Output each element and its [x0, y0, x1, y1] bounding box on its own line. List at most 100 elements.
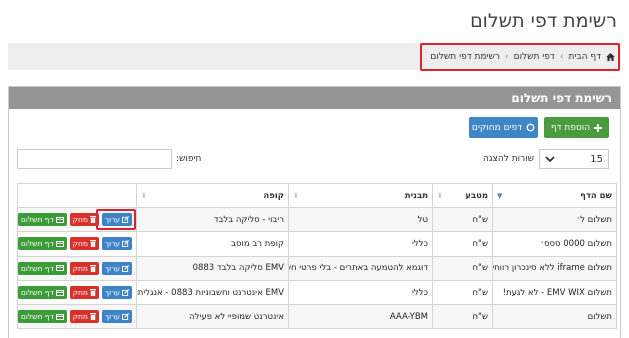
delete-button[interactable]: מחק	[69, 261, 99, 275]
breadcrumb-highlight-box	[420, 43, 620, 71]
row-actions: ערוך מחק דף תשלום	[18, 286, 132, 300]
cell-template: דוגמא להטמעה באתרים - בלי פרטי חשבונית	[288, 255, 433, 281]
row-actions: ערוך מחק דף תשלום	[18, 261, 132, 275]
edit-button[interactable]: ערוך	[102, 310, 132, 324]
rows-per-page-select[interactable]: 15	[539, 149, 609, 169]
cell-name: תשלום iframe ללא סינכרון רווחית	[492, 255, 617, 281]
sort-icon: ⬍	[141, 192, 147, 200]
trash-icon	[90, 264, 96, 272]
edit-label: ערוך	[105, 263, 120, 273]
payment-page-label: דף תשלום	[20, 239, 54, 249]
payment-page-label: דף תשלום	[20, 215, 54, 225]
sort-icon: ⬍	[293, 192, 299, 200]
column-header-name[interactable]: שם הדף ▼	[492, 183, 617, 208]
cell-actions: ערוך מחק דף תשלום	[17, 206, 137, 233]
cell-currency: ש"ח	[432, 279, 493, 306]
credit-card-icon	[55, 240, 64, 247]
trash-icon	[90, 216, 96, 224]
row-actions: ערוך מחק דף תשלום	[18, 209, 136, 231]
delete-button[interactable]: מחק	[69, 310, 99, 324]
panel-header: רשימת דפי תשלום	[9, 87, 620, 109]
edit-label: ערוך	[105, 288, 120, 298]
cell-register: קופת רב מוסב	[136, 231, 289, 257]
credit-card-icon	[55, 216, 64, 223]
edit-icon	[122, 313, 129, 321]
row-actions: ערוך מחק דף תשלום	[18, 310, 132, 324]
payment-pages-table: שם הדף ▼ מטבע ⬍ תבנית ⬍ קופה ⬍ תשלום ל׳ ש"ח …	[17, 183, 617, 330]
breadcrumb-bar: דף הבית › דפי תשלום › רשימת דפי תשלום	[8, 43, 621, 71]
cell-currency: ש"ח	[432, 206, 493, 233]
payment-page-button[interactable]: דף תשלום	[18, 286, 67, 300]
trash-icon	[90, 289, 96, 297]
delete-label: מחק	[72, 215, 88, 225]
delete-label: מחק	[72, 263, 88, 273]
payment-page-label: דף תשלום	[20, 312, 54, 322]
credit-card-icon	[55, 313, 64, 320]
edit-button[interactable]: ערוך	[102, 237, 132, 251]
edit-icon	[122, 240, 129, 248]
cell-actions: ערוך מחק דף תשלום	[17, 231, 137, 257]
table-row: תשלום ל׳ ש"ח טל ריבוי - סליקה בלבד ערוך …	[17, 206, 617, 233]
cell-template: AAA-YBM	[288, 304, 433, 330]
cell-currency: ש"ח	[432, 304, 493, 330]
cell-register: ריבוי - סליקה בלבד	[136, 206, 289, 233]
delete-label: מחק	[72, 288, 88, 298]
deleted-pages-button[interactable]: דפים מחוקים	[469, 117, 538, 138]
delete-button[interactable]: מחק	[69, 213, 99, 227]
delete-label: מחק	[72, 312, 88, 322]
cell-actions: ערוך מחק דף תשלום	[17, 279, 137, 306]
recycle-icon	[526, 123, 535, 132]
delete-button[interactable]: מחק	[69, 237, 99, 251]
cell-currency: ש"ח	[432, 255, 493, 281]
cell-name: תשלום	[492, 304, 617, 330]
cell-register: EMV סליקה בלבד 0883	[136, 255, 289, 281]
cell-actions: ערוך מחק דף תשלום	[17, 255, 137, 281]
credit-card-icon	[55, 265, 64, 272]
trash-icon	[90, 240, 96, 248]
payment-page-button[interactable]: דף תשלום	[18, 310, 67, 324]
add-page-button[interactable]: הוספת דף	[544, 117, 609, 138]
credit-card-icon	[55, 289, 64, 296]
sort-icon: ⬍	[437, 192, 443, 200]
column-header-template[interactable]: תבנית ⬍	[288, 183, 433, 208]
edit-button[interactable]: ערוך	[102, 286, 132, 300]
edit-button[interactable]: ערוך	[96, 209, 136, 231]
cell-template: טל	[288, 206, 433, 233]
payment-page-button[interactable]: דף תשלום	[18, 213, 67, 227]
edit-icon	[122, 289, 129, 297]
add-page-label: הוספת דף	[550, 122, 591, 133]
chevron-down-icon	[545, 155, 555, 163]
edit-button-highlight-box	[96, 209, 136, 231]
table-row: תשלום EMV WIX - לא לגעת! ש"ח כללי EMV אי…	[17, 279, 617, 306]
edit-icon	[122, 264, 129, 272]
column-header-register[interactable]: קופה ⬍	[136, 183, 289, 208]
delete-label: מחק	[72, 239, 88, 249]
cell-name: תשלום ל׳	[492, 206, 617, 233]
plus-icon	[594, 123, 603, 132]
cell-actions: ערוך מחק דף תשלום	[17, 304, 137, 330]
cell-name: תשלום 0000 ססס׳	[492, 231, 617, 257]
sort-desc-icon: ▼	[497, 192, 503, 200]
table-row: תשלום iframe ללא סינכרון רווחית ש"ח דוגמ…	[17, 255, 617, 281]
cell-template: כללי	[288, 231, 433, 257]
search-input[interactable]	[17, 149, 172, 169]
deleted-pages-label: דפים מחוקים	[471, 122, 523, 133]
cell-currency: ש"ח	[432, 231, 493, 257]
column-header-actions	[17, 183, 137, 208]
edit-label: ערוך	[105, 312, 120, 322]
cell-register: EMV אינטרנט וחשבוניות 0883 - אנגלית	[136, 279, 289, 306]
payment-page-label: דף תשלום	[20, 288, 54, 298]
payment-pages-panel: רשימת דפי תשלום הוספת דף דפים מחוקים 15 …	[8, 86, 621, 338]
payment-page-button[interactable]: דף תשלום	[18, 261, 67, 275]
delete-button[interactable]: מחק	[69, 286, 99, 300]
cell-register: אינטרנט שמופיי לא פעילה	[136, 304, 289, 330]
page-title: רשימת דפי תשלום	[470, 10, 617, 32]
edit-button[interactable]: ערוך	[102, 261, 132, 275]
rows-per-page-label: שורות להצגה	[482, 154, 534, 164]
trash-icon	[90, 313, 96, 321]
column-header-currency[interactable]: מטבע ⬍	[432, 183, 493, 208]
payment-page-button[interactable]: דף תשלום	[18, 237, 67, 251]
cell-name: תשלום EMV WIX - לא לגעת!	[492, 279, 617, 306]
row-actions: ערוך מחק דף תשלום	[18, 237, 132, 251]
table-header-row: שם הדף ▼ מטבע ⬍ תבנית ⬍ קופה ⬍	[17, 183, 617, 208]
